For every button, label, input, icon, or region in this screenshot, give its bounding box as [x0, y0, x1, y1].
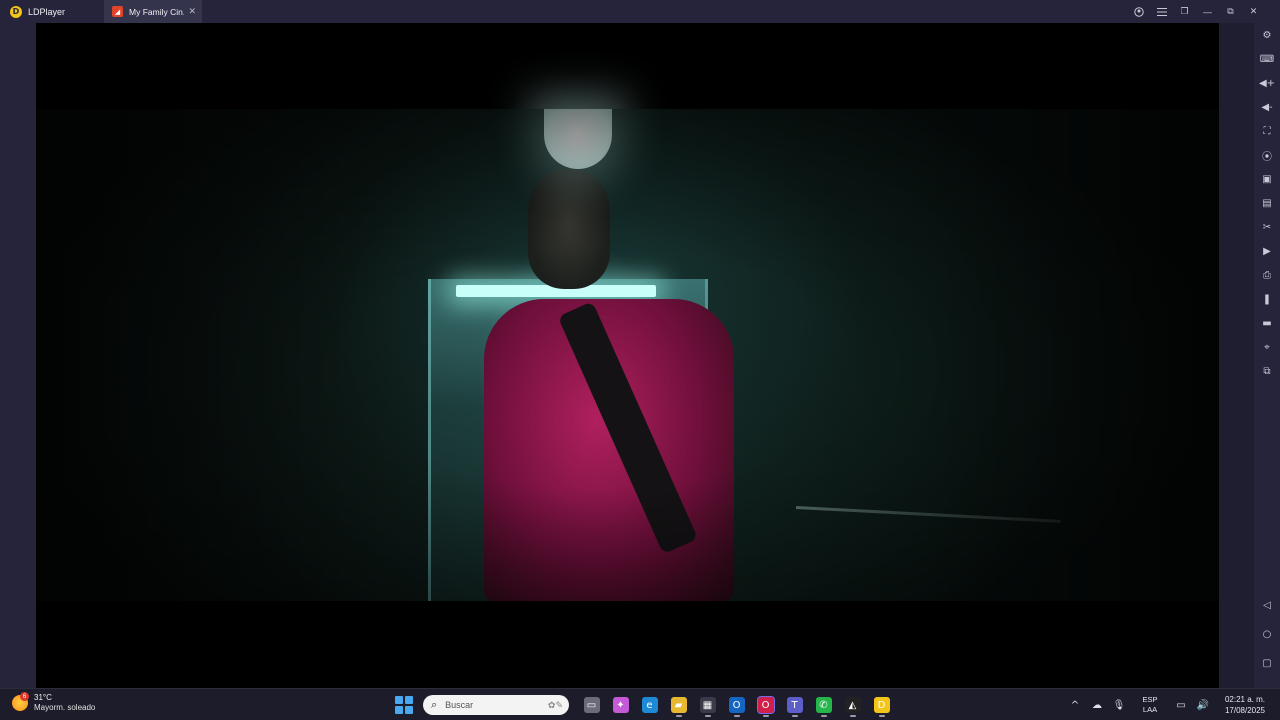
recents-icon[interactable]: ▢: [1254, 651, 1280, 675]
windows-logo-icon: [395, 705, 404, 714]
lang-layout: LAA: [1142, 705, 1158, 714]
volume-down-icon[interactable]: ◀-: [1254, 95, 1280, 119]
windows-taskbar: 6 31°C Mayorm. soleado ⌕ Buscar ✿✎ ▭ ✦ e ▰ ▦…: [0, 688, 1280, 720]
windows-logo-icon: [404, 696, 413, 705]
running-indicator: [849, 715, 856, 717]
network-icon[interactable]: ▭: [1170, 689, 1192, 720]
ldplayer-logo-icon: D: [10, 5, 22, 18]
volume-up-icon[interactable]: ◀+: [1254, 71, 1280, 95]
maximize-button[interactable]: ⧉: [1219, 0, 1242, 23]
ldplayer-icon: D: [873, 697, 890, 713]
clock[interactable]: 02:21 a. m. 17/08/2025: [1214, 694, 1276, 716]
folder-icon[interactable]: ▬: [1254, 311, 1280, 335]
weather-badge: 6: [20, 692, 29, 701]
title-bar: D LDPlayer ◢ My Family Cin... ✕ ❐ — ⧉ ✕: [0, 0, 1280, 23]
location-icon[interactable]: ⌖: [1254, 335, 1280, 359]
menu-icon[interactable]: [1150, 0, 1173, 23]
taskbar-apps: ⌕ Buscar ✿✎ ▭ ✦ e ▰ ▦ O O T ✆ ◭ D: [394, 693, 896, 717]
weather-widget[interactable]: 6 31°C Mayorm. soleado: [12, 692, 95, 713]
file-explorer-taskbar-button[interactable]: ▰: [664, 693, 693, 717]
weather-temp: 31°C: [34, 693, 52, 702]
fullscreen-icon[interactable]: ⛶: [1254, 119, 1280, 143]
operation-record-icon[interactable]: ⎙: [1254, 263, 1280, 287]
opera-icon: O: [756, 696, 775, 714]
volume-icon[interactable]: 🔊: [1192, 689, 1214, 720]
microphone-icon[interactable]: 🎙: [1108, 689, 1130, 720]
store-taskbar-button[interactable]: ▦: [693, 693, 722, 717]
app-tab-icon: ◢: [112, 6, 123, 17]
ldplayer-taskbar-button[interactable]: D: [867, 693, 896, 717]
video-player[interactable]: [36, 23, 1219, 688]
close-button[interactable]: ✕: [1242, 0, 1265, 23]
running-indicator: [878, 715, 885, 717]
running-indicator: [733, 715, 740, 717]
whatsapp-icon: ✆: [815, 697, 832, 713]
capcut-taskbar-button[interactable]: ◭: [838, 693, 867, 717]
shake-icon[interactable]: ❚: [1254, 287, 1280, 311]
windows-logo-icon: [395, 696, 404, 705]
running-indicator: [820, 715, 827, 717]
minimize-button[interactable]: —: [1196, 0, 1219, 23]
home-icon[interactable]: ○: [1254, 622, 1280, 646]
scissors-icon[interactable]: ✂: [1254, 215, 1280, 239]
task-view-taskbar-button[interactable]: ▭: [577, 693, 606, 717]
sun-icon: 6: [12, 692, 29, 711]
system-tray: ^ ☁ 🎙 ESP LAA ▭ 🔊 02:21 a. m. 17/08/2025: [1064, 689, 1280, 720]
scene-vignette: [36, 109, 1219, 601]
running-indicator: [675, 715, 682, 717]
settings-icon[interactable]: ⚙: [1254, 23, 1280, 47]
toolbar-strip: ⚙ ⌨ ◀+ ◀- ⛶ ⦿ ▣ ▤ ✂ ▶ ⎙ ❚ ▬ ⌖ ⧉ ◁ ○ ▢: [1254, 23, 1280, 688]
tab-title: My Family Cin...: [129, 6, 185, 17]
clock-time: 02:21 a. m.: [1224, 695, 1266, 704]
whatsapp-taskbar-button[interactable]: ✆: [809, 693, 838, 717]
copilot-icon: ✦: [612, 697, 629, 713]
ldplayer-toolbar: ⚙ ⌨ ◀+ ◀- ⛶ ⦿ ▣ ▤ ✂ ▶ ⎙ ❚ ▬ ⌖ ⧉ ◁ ○ ▢: [1219, 23, 1280, 688]
search-placeholder: Buscar: [445, 700, 474, 710]
multi-instance-icon[interactable]: ⧉: [1254, 359, 1280, 383]
start-button[interactable]: [394, 695, 414, 715]
video-icon[interactable]: ▶: [1254, 239, 1280, 263]
search-icon: ⌕: [431, 698, 438, 711]
task-view-icon: ▭: [583, 697, 600, 713]
weather-text: 31°C Mayorm. soleado: [34, 693, 95, 713]
search-box[interactable]: ⌕ Buscar ✿✎: [423, 695, 569, 715]
record-icon[interactable]: ⦿: [1254, 143, 1280, 167]
left-border: [0, 23, 36, 688]
app-name: LDPlayer: [28, 6, 66, 17]
teams-icon: T: [786, 697, 803, 713]
search-highlight-icon: ✿✎: [547, 699, 563, 710]
keyboard-icon[interactable]: ⌨: [1254, 47, 1280, 71]
outlook-taskbar-button[interactable]: O: [722, 693, 751, 717]
lang-code: ESP: [1142, 695, 1158, 704]
capcut-icon: ◭: [844, 697, 861, 713]
weather-desc: Mayorm. soleado: [34, 703, 96, 712]
opera-taskbar-button[interactable]: O: [751, 693, 780, 717]
running-indicator: [704, 715, 711, 717]
input-language[interactable]: ESP LAA: [1136, 695, 1164, 715]
clock-date: 17/08/2025: [1224, 706, 1266, 715]
app-brand[interactable]: D LDPlayer: [0, 0, 104, 23]
show-hidden-icons-chevron-icon[interactable]: ^: [1064, 689, 1086, 720]
windows-logo-icon: [404, 705, 413, 714]
video-frame: [36, 109, 1219, 601]
tab-close-icon[interactable]: ✕: [188, 6, 196, 17]
teams-taskbar-button[interactable]: T: [780, 693, 809, 717]
edge-taskbar-button[interactable]: e: [635, 693, 664, 717]
account-icon[interactable]: [1127, 0, 1150, 23]
back-icon[interactable]: ◁: [1254, 593, 1280, 617]
window-controls: ❐ — ⧉ ✕: [1127, 0, 1280, 23]
running-indicator: [762, 715, 769, 717]
file-explorer-icon: ▰: [670, 697, 687, 713]
restore-icon[interactable]: ❐: [1173, 0, 1196, 23]
running-indicator: [791, 715, 798, 717]
store-icon: ▦: [699, 697, 716, 713]
copilot-taskbar-button[interactable]: ✦: [606, 693, 635, 717]
onedrive-cloud-icon[interactable]: ☁: [1086, 689, 1108, 720]
screenshot-icon[interactable]: ▣: [1254, 167, 1280, 191]
outlook-icon: O: [728, 697, 745, 713]
apk-install-icon[interactable]: ▤: [1254, 191, 1280, 215]
edge-icon: e: [641, 697, 658, 713]
tab-my-family-cinema[interactable]: ◢ My Family Cin... ✕: [104, 0, 202, 23]
